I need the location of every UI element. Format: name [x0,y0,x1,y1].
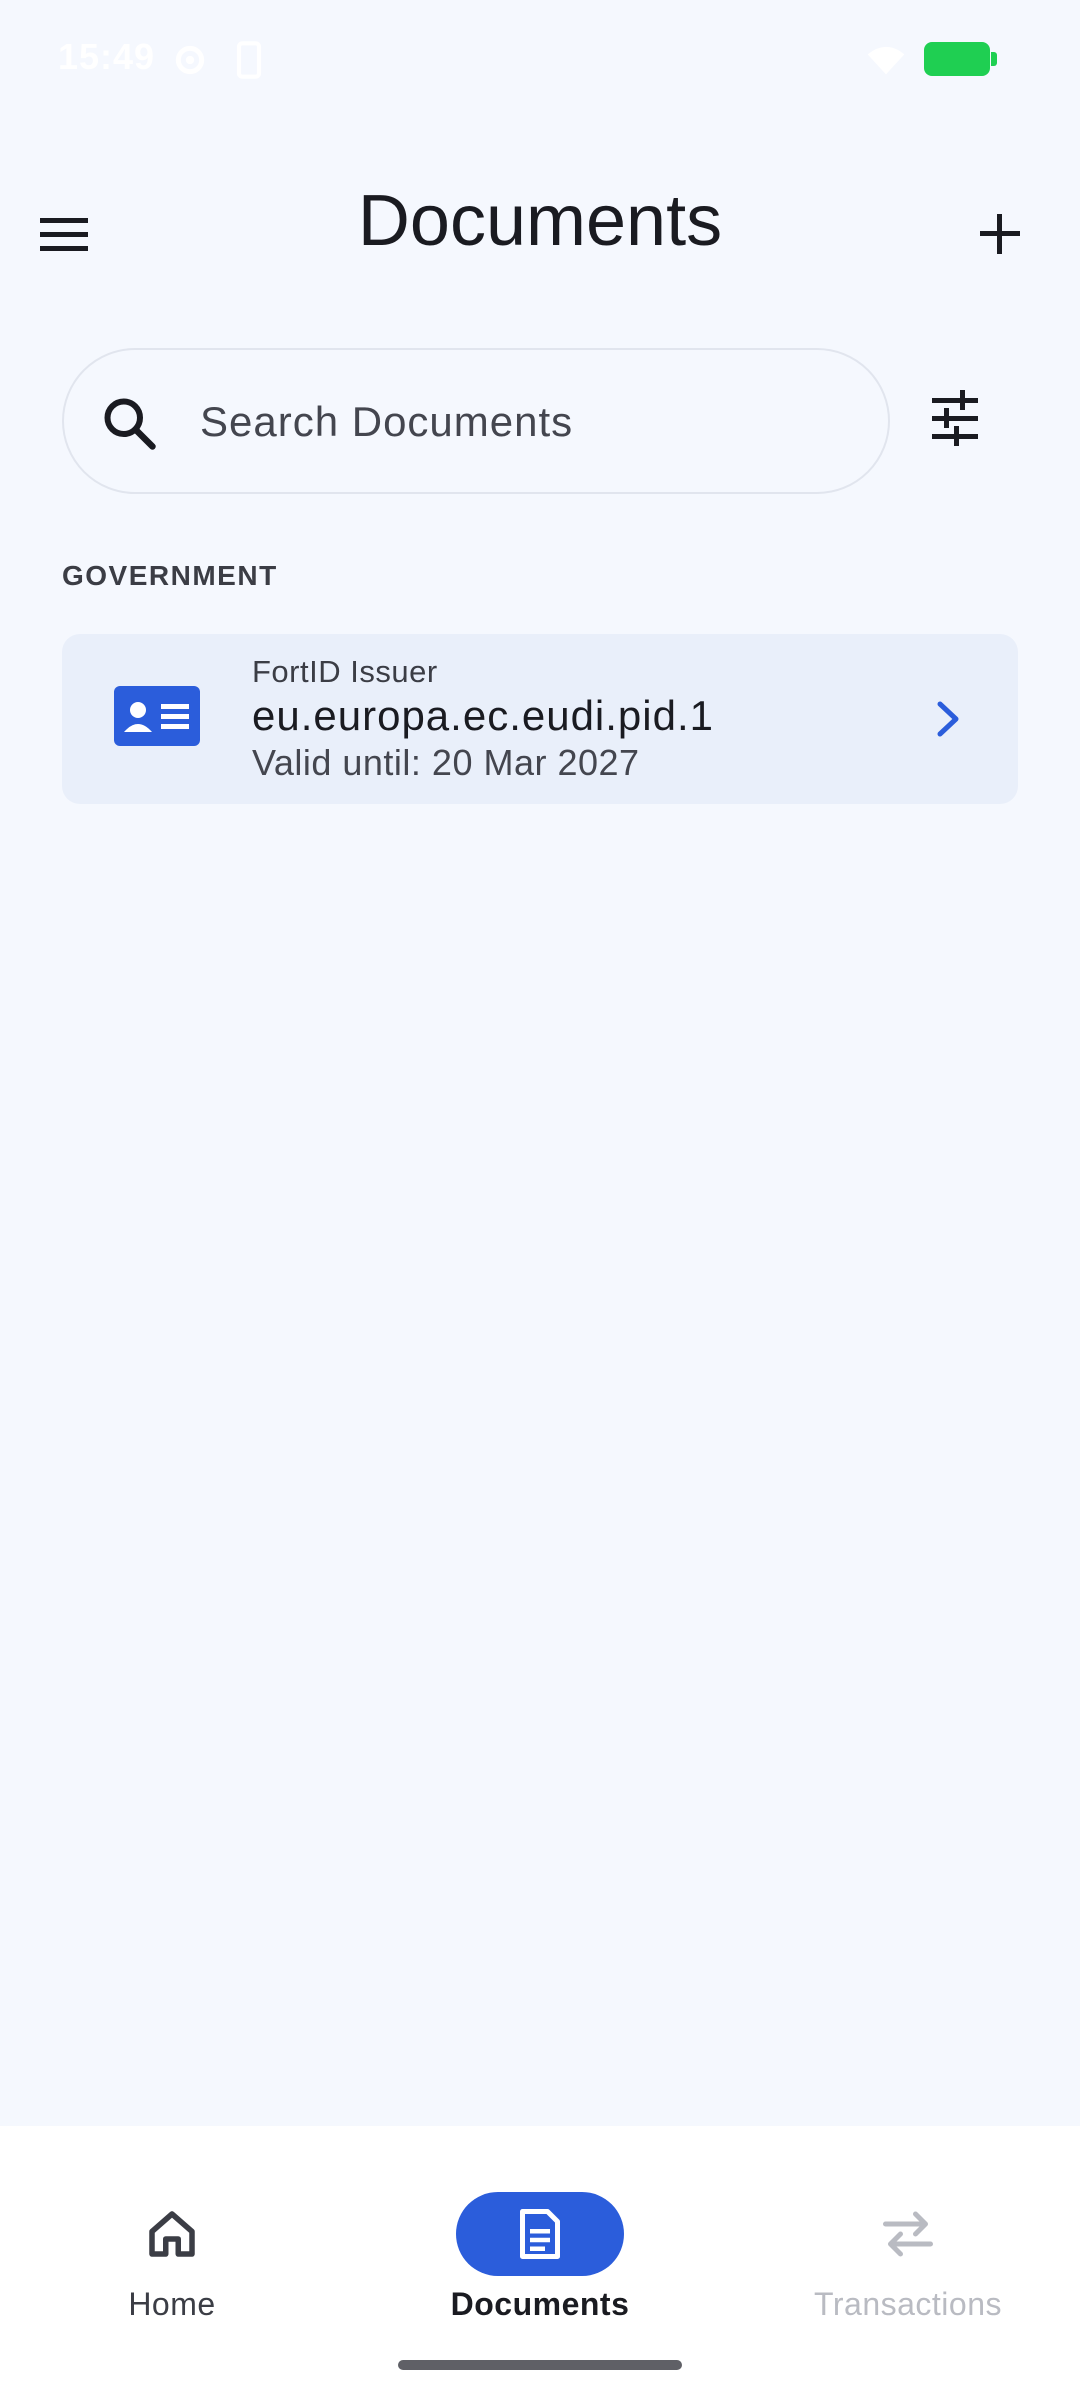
search-input[interactable] [200,380,840,464]
search-icon [104,398,156,450]
chevron-right-icon [937,701,959,737]
swap-arrows-icon [883,2211,933,2257]
status-time: 15:49 [58,36,156,77]
plus-icon [980,214,1020,254]
tune-sliders-icon [932,390,978,446]
document-card[interactable]: FortID Issuer eu.europa.ec.eudi.pid.1 Va… [62,634,1018,804]
document-issuer: FortID Issuer [252,654,438,689]
nav-item-transactions[interactable]: Transactions [788,2158,1028,2322]
id-card-icon [114,686,200,746]
page-title: Documents [357,181,723,261]
home-icon [149,2211,195,2257]
document-name: eu.europa.ec.eudi.pid.1 [252,692,715,739]
top-app-bar: Documents [0,160,1080,290]
section-header-government: GOVERNMENT [62,560,278,591]
wifi-icon [867,46,905,75]
document-icon [520,2209,560,2259]
phone-outline-icon [236,41,262,79]
documents-screen: 15:49 Documents Search Documents GOVERNM… [0,0,1080,2400]
document-validity: Valid until: 20 Mar 2027 [252,742,640,783]
search-bar[interactable] [62,348,890,494]
status-bar: 15:49 [0,0,1080,120]
nav-item-documents[interactable]: Documents [420,2158,660,2322]
gesture-home-indicator[interactable] [398,2360,682,2370]
add-document-button[interactable] [960,192,1040,272]
settings-gear-icon [175,45,205,75]
filter-button[interactable] [920,384,990,454]
nav-label-home: Home [128,2286,216,2322]
battery-icon [924,42,997,76]
nav-item-home[interactable]: Home [52,2158,292,2322]
nav-label-documents: Documents [450,2286,630,2322]
bottom-navigation: Home Documents Transactions [0,2126,1080,2400]
nav-label-transactions: Transactions [814,2286,1002,2322]
